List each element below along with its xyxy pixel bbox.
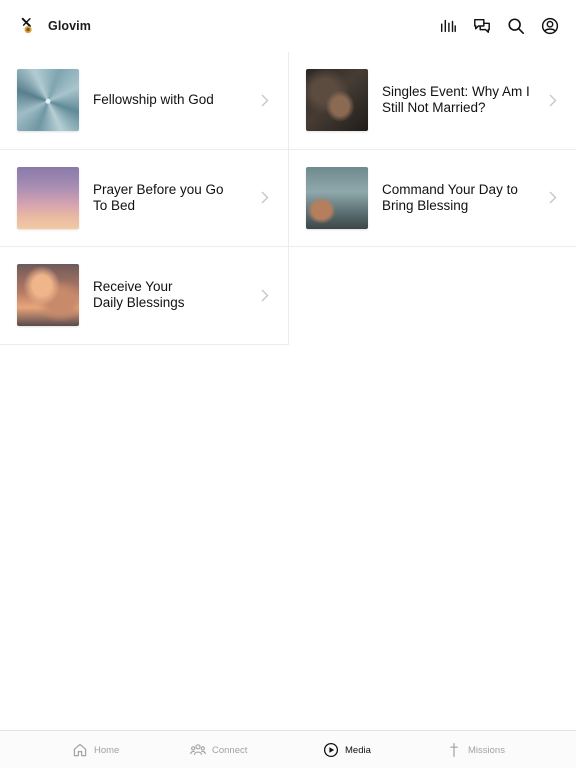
tab-missions[interactable]: Missions — [446, 731, 505, 768]
header-actions — [438, 16, 560, 36]
cross-icon — [450, 743, 458, 757]
church-logo-icon — [21, 17, 32, 34]
tab-home[interactable]: Home — [72, 731, 119, 768]
media-title: Command Your Day to Bring Blessing — [382, 181, 518, 213]
tab-media[interactable]: Media — [323, 731, 371, 768]
media-title: Singles Event: Why Am I Still Not Marrie… — [382, 84, 530, 116]
tab-label: Connect — [212, 744, 248, 756]
chat-bubbles-icon — [474, 18, 490, 34]
account-button[interactable] — [540, 16, 560, 36]
chevron-right-icon — [260, 92, 270, 108]
media-title: Fellowship with God — [93, 92, 214, 108]
chat-button[interactable] — [472, 16, 492, 36]
thumbnail-image — [17, 264, 79, 327]
app-name: Glovim — [48, 19, 91, 33]
media-item[interactable]: Command Your Day to Bring Blessing — [289, 149, 576, 247]
brand[interactable]: Glovim — [20, 17, 91, 35]
thumbnail-image — [17, 69, 79, 132]
chevron-right-icon — [260, 190, 270, 206]
app-root: Glovim Fellowship with God Singles Event… — [0, 0, 576, 768]
tab-label: Home — [94, 744, 120, 756]
top-bar: Glovim — [0, 0, 576, 52]
audio-button[interactable] — [438, 16, 458, 36]
home-icon — [73, 743, 87, 757]
media-item[interactable]: Fellowship with God — [0, 52, 289, 150]
media-item[interactable]: Receive Your Daily Blessings — [0, 247, 289, 345]
people-icon — [190, 744, 206, 755]
tab-connect[interactable]: Connect — [190, 731, 247, 768]
thumbnail-image — [306, 166, 368, 229]
tab-label: Missions — [468, 744, 505, 756]
chevron-right-icon — [548, 190, 558, 206]
chevron-right-icon — [260, 287, 270, 303]
play-circle-icon — [323, 742, 339, 758]
media-grid: Fellowship with God Singles Event: Why A… — [0, 52, 576, 345]
media-item[interactable]: Singles Event: Why Am I Still Not Marrie… — [289, 52, 576, 150]
account-circle-icon — [541, 17, 559, 35]
tab-bar: Home Connect Media Missions — [0, 730, 576, 768]
search-icon — [508, 18, 525, 35]
audio-bars-icon — [440, 19, 456, 33]
tab-label: Media — [345, 744, 371, 756]
search-button[interactable] — [506, 16, 526, 36]
thumbnail-image — [17, 166, 79, 229]
thumbnail-image — [306, 69, 368, 132]
media-title: Receive Your Daily Blessings — [93, 279, 185, 311]
chevron-right-icon — [548, 92, 558, 108]
media-item[interactable]: Prayer Before you Go To Bed — [0, 149, 289, 247]
media-title: Prayer Before you Go To Bed — [93, 181, 224, 213]
